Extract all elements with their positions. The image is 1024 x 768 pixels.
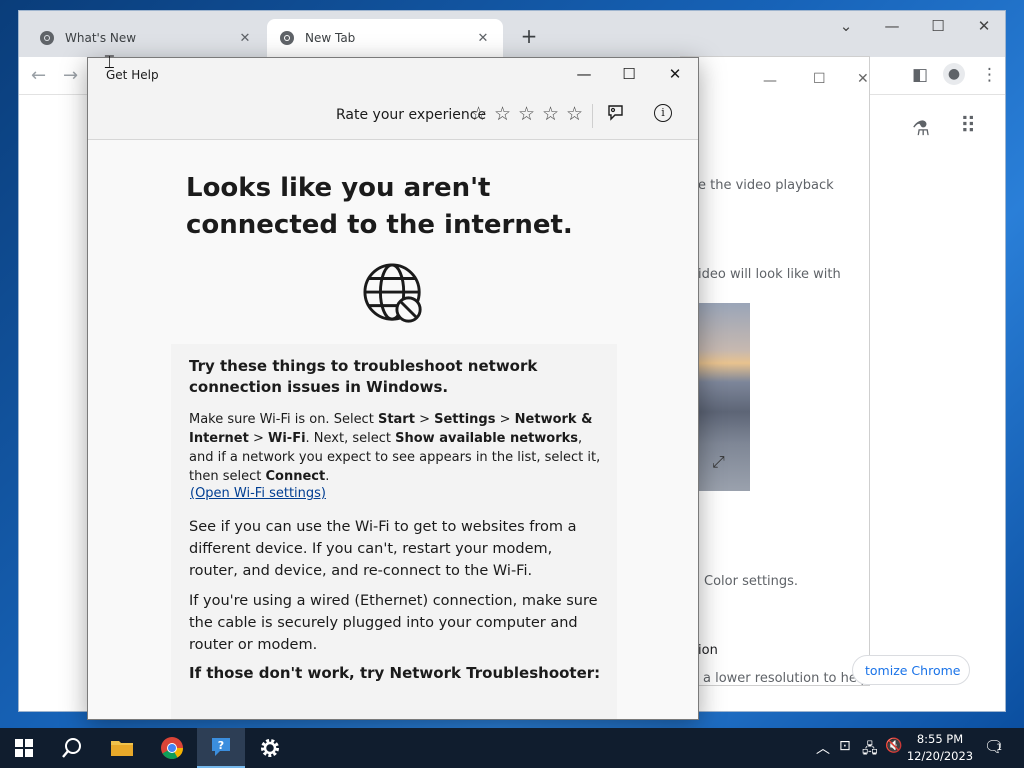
globe-disconnected-icon: [363, 263, 422, 323]
expand-icon[interactable]: ⤢: [712, 452, 725, 472]
chrome-favicon-icon: [40, 31, 54, 45]
get-help-window: Get Help — ☐ ✕ Rate your experience ☆ ☆ …: [87, 57, 699, 720]
info-icon[interactable]: i: [654, 104, 672, 122]
bold-text: Connect: [265, 469, 326, 484]
tab-title: What's New: [65, 31, 137, 45]
maximize-button[interactable]: ☐: [617, 65, 641, 83]
tab-close-icon[interactable]: ✕: [475, 31, 491, 46]
taskbar-clock[interactable]: 8:55 PM 12/20/2023: [906, 731, 974, 765]
tray-network-warning-icon[interactable]: ⊡: [839, 738, 851, 754]
tab-search-chevron-icon[interactable]: ⌄: [831, 17, 861, 35]
star-5-icon[interactable]: ☆: [566, 103, 583, 125]
bold-text: Start: [377, 412, 415, 427]
minimize-button[interactable]: —: [877, 17, 907, 35]
settings-taskbar-button[interactable]: [246, 728, 294, 768]
search-icon: [62, 738, 81, 758]
page-title: Looks like you aren't connected to the i…: [186, 173, 573, 240]
text-cursor-icon: ⌶: [104, 52, 115, 73]
tab-whats-new[interactable]: What's New ✕: [27, 19, 265, 57]
gear-icon: [261, 739, 279, 757]
windows-logo-icon: [15, 739, 33, 757]
bold-text: Settings: [434, 412, 496, 427]
tab-title: New Tab: [305, 31, 356, 45]
back-arrow-icon[interactable]: ←: [31, 65, 46, 86]
rate-experience-label: Rate your experience: [336, 107, 487, 123]
customize-chrome-button[interactable]: tomize Chrome: [852, 655, 970, 685]
svg-text:?: ?: [218, 739, 224, 752]
troubleshoot-card: Try these things to troubleshoot network…: [171, 344, 617, 719]
toolbar-separator: [592, 104, 593, 128]
folder-icon: [111, 741, 133, 756]
tray-chevron-up-icon[interactable]: ︿: [816, 738, 830, 758]
close-window-button[interactable]: ✕: [969, 17, 999, 35]
star-2-icon[interactable]: ☆: [494, 103, 511, 125]
text: >: [495, 412, 515, 427]
text: >: [248, 431, 268, 446]
dialog-minimize-icon[interactable]: —: [763, 73, 777, 89]
notification-count: 1: [996, 743, 1003, 753]
bold-text: Wi-Fi: [268, 431, 306, 446]
text: . Next, select: [305, 431, 396, 446]
star-4-icon[interactable]: ☆: [542, 103, 559, 125]
get-help-taskbar-button[interactable]: ?: [197, 728, 245, 768]
start-button[interactable]: [0, 728, 48, 768]
card-title: Try these things to troubleshoot network…: [189, 357, 538, 396]
feedback-icon[interactable]: [606, 104, 624, 122]
minimize-button[interactable]: —: [572, 65, 596, 83]
get-help-app-icon: ?: [212, 738, 230, 756]
settings-text-video-look: ideo will look like with: [698, 267, 841, 282]
get-help-content: Looks like you aren't connected to the i…: [88, 140, 698, 719]
other-device-paragraph: See if you can use the Wi-Fi to get to w…: [189, 519, 577, 579]
rating-bar: Rate your experience ☆ ☆ ☆ ☆ ☆ i: [88, 96, 698, 136]
settings-text-video-playback: e the video playback: [698, 178, 834, 193]
settings-text-ion: ion: [698, 643, 718, 658]
chrome-taskbar-button[interactable]: [148, 728, 196, 768]
tray-volume-muted-icon[interactable]: 🔇: [885, 738, 902, 754]
maximize-button[interactable]: ☐: [923, 17, 953, 35]
notification-center-icon[interactable]: 🗨1: [984, 737, 1010, 756]
wifi-instructions: Make sure Wi-Fi is on. Select Start > Se…: [189, 410, 605, 486]
text: >: [414, 412, 435, 427]
labs-flask-icon[interactable]: ⚗: [912, 116, 930, 140]
open-wifi-settings-link[interactable]: (Open Wi-Fi settings): [190, 486, 326, 501]
tray-network-icon[interactable]: 🖧: [862, 738, 878, 762]
tab-new-tab[interactable]: New Tab ✕: [267, 19, 503, 57]
taskbar: ? ︿ ⊡ 🖧 🔇 8:55 PM 12/20/2023 🗨1: [0, 728, 1024, 768]
dialog-close-icon[interactable]: ✕: [857, 71, 869, 87]
side-panel-icon[interactable]: ◧: [912, 65, 928, 85]
ethernet-paragraph: If you're using a wired (Ethernet) conne…: [189, 593, 598, 653]
profile-avatar-icon[interactable]: ●: [943, 63, 965, 85]
clock-time: 8:55 PM: [916, 732, 964, 746]
settings-text-lower-res: a lower resolution to help: [703, 671, 869, 686]
file-explorer-button[interactable]: [98, 728, 146, 768]
text: Make sure Wi-Fi is on. Select: [189, 412, 378, 427]
menu-kebab-icon[interactable]: ⋮: [981, 65, 998, 85]
new-tab-button[interactable]: +: [517, 24, 541, 48]
bold-text: Show available networks: [395, 431, 579, 446]
dialog-maximize-icon[interactable]: ☐: [813, 71, 826, 87]
get-help-titlebar[interactable]: Get Help — ☐ ✕: [88, 58, 698, 92]
tab-close-icon[interactable]: ✕: [237, 31, 253, 46]
chrome-favicon-icon: [280, 31, 294, 45]
search-button[interactable]: [48, 728, 96, 768]
chrome-logo-icon: [161, 737, 183, 759]
forward-arrow-icon[interactable]: →: [63, 65, 78, 86]
troubleshooter-heading: If those don't work, try Network Trouble…: [189, 664, 601, 682]
settings-text-color: Color settings.: [704, 574, 799, 589]
text: .: [325, 469, 330, 484]
apps-grid-icon[interactable]: ⠿: [960, 114, 976, 139]
clock-date: 12/20/2023: [906, 749, 974, 763]
star-3-icon[interactable]: ☆: [518, 103, 535, 125]
tab-strip: What's New ✕ New Tab ✕ + ⌄ — ☐ ✕: [19, 11, 1005, 57]
close-button[interactable]: ✕: [663, 65, 687, 83]
star-1-icon[interactable]: ☆: [470, 103, 487, 125]
